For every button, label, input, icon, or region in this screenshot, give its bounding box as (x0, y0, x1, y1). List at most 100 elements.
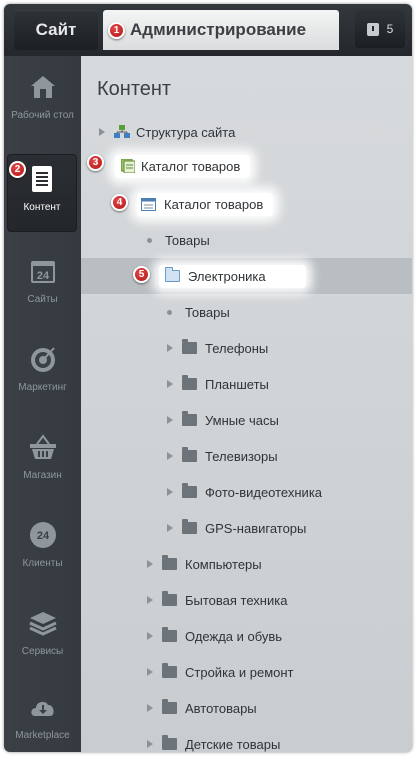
folder-icon (162, 735, 177, 750)
tree-item-kids[interactable]: Детские товары (81, 726, 412, 752)
tab-administration-label: Администрирование (130, 20, 307, 39)
notifications-button[interactable]: 5 (355, 10, 405, 48)
tree-item-catalog-root[interactable]: Каталог товаров (81, 148, 412, 184)
folder-icon (182, 519, 197, 534)
expand-arrow-icon[interactable] (99, 128, 105, 136)
expand-arrow-icon[interactable] (167, 452, 173, 460)
sidebar-item-label: Маркетинг (18, 382, 67, 393)
notification-icon (366, 22, 379, 36)
tree-item-phones[interactable]: Телефоны (81, 330, 412, 366)
expand-arrow-icon[interactable] (167, 488, 173, 496)
document-icon (32, 166, 52, 192)
sidebar-item-clients[interactable]: 24 Клиенты (4, 510, 81, 588)
tree-item-electronics-products[interactable]: Товары (81, 294, 412, 330)
tree-item-computers[interactable]: Компьютеры (81, 546, 412, 582)
calendar-24-icon: 24 (30, 261, 55, 283)
window-icon (141, 197, 156, 211)
sidebar-item-label: Рабочий стол (11, 110, 74, 121)
folder-icon (182, 447, 197, 462)
basket-icon (29, 434, 56, 459)
top-header: Сайт Администрирование 5 (4, 4, 412, 56)
expand-arrow-icon[interactable] (167, 344, 173, 352)
home-icon (30, 76, 55, 98)
sidebar-item-label: Сайты (27, 294, 58, 305)
callout-marker-3: 3 (87, 154, 104, 171)
tree-item-appliances[interactable]: Бытовая техника (81, 582, 412, 618)
sidebar-item-label: Клиенты (22, 558, 63, 569)
tree-item-tablets[interactable]: Планшеты (81, 366, 412, 402)
tree-item-label: Телефоны (205, 340, 269, 356)
callout-marker-2: 2 (9, 161, 26, 178)
callout-marker-1: 1 (108, 22, 125, 39)
sidebar-item-label: Контент (23, 202, 61, 213)
tree-item-tvs[interactable]: Телевизоры (81, 438, 412, 474)
content-panel: Контент Структура сайта Каталог товаров … (81, 56, 412, 752)
tree-item-label: Фото-видеотехника (205, 484, 323, 500)
expand-arrow-icon[interactable] (167, 524, 173, 532)
sidebar-item-sites[interactable]: 24 Сайты (4, 246, 81, 324)
folder-icon (182, 375, 197, 390)
expand-arrow-icon[interactable] (147, 740, 153, 748)
sidebar-item-marketplace[interactable]: Marketplace (4, 682, 81, 752)
callout-marker-4: 4 (111, 194, 128, 211)
tree-item-label: Товары (165, 232, 210, 248)
expand-arrow-icon[interactable] (147, 560, 153, 568)
folder-icon (165, 267, 180, 282)
tree-item-label: Бытовая техника (185, 592, 288, 608)
tree-item-label: Одежда и обувь (185, 628, 283, 644)
tree-item-gps[interactable]: GPS-навигаторы (81, 510, 412, 546)
tree-item-label: Телевизоры (205, 448, 278, 464)
tree-item-smartwatches[interactable]: Умные часы (81, 402, 412, 438)
svg-text:24: 24 (36, 270, 49, 282)
expand-arrow-icon[interactable] (147, 596, 153, 604)
tab-site[interactable]: Сайт (14, 10, 98, 50)
expand-arrow-icon[interactable] (147, 668, 153, 676)
tree-item-products[interactable]: Товары (81, 222, 412, 258)
cloud-download-icon (30, 701, 54, 716)
tree-item-label: Товары (185, 304, 230, 320)
sidebar-item-label: Сервисы (21, 646, 64, 657)
tree-item-catalog[interactable]: Каталог товаров (81, 186, 412, 222)
tree-item-auto[interactable]: Автотовары (81, 690, 412, 726)
tree-item-label: Каталог товаров (141, 158, 241, 174)
sitemap-icon (114, 125, 130, 138)
tree-item-label: Планшеты (205, 376, 269, 392)
tree-item-label: Компьютеры (185, 556, 262, 572)
sidebar-item-label: Магазин (23, 470, 62, 481)
tree-item-site-structure[interactable]: Структура сайта (81, 114, 412, 150)
sidebar-item-label: Marketplace (15, 730, 70, 741)
sidebar-item-shop[interactable]: Магазин (4, 422, 81, 500)
clients-24-icon: 24 (29, 522, 56, 548)
expand-arrow-icon[interactable] (167, 380, 173, 388)
folder-icon (162, 627, 177, 642)
tree-item-label: Электроника (188, 268, 266, 284)
tree-item-label: Автотовары (185, 700, 257, 716)
tab-administration[interactable]: Администрирование (103, 10, 339, 50)
expand-arrow-icon[interactable] (147, 632, 153, 640)
page-title: Контент (97, 78, 172, 100)
folder-icon (162, 663, 177, 678)
tree-item-label: GPS-навигаторы (205, 520, 307, 536)
sidebar-item-services[interactable]: Сервисы (4, 598, 81, 676)
target-icon (30, 347, 55, 372)
sidebar-item-desktop[interactable]: Рабочий стол (4, 62, 81, 140)
layers-icon (28, 612, 57, 636)
folder-icon (162, 555, 177, 570)
bullet-icon (167, 309, 172, 315)
tree-item-label: Стройка и ремонт (185, 664, 294, 680)
tree-item-photo-video[interactable]: Фото-видеотехника (81, 474, 412, 510)
tree-item-label: Детские товары (185, 736, 281, 752)
tree-item-label: Каталог товаров (164, 196, 264, 212)
catalog-icon (121, 159, 135, 173)
folder-icon (182, 339, 197, 354)
tree-item-electronics[interactable]: Электроника (81, 258, 412, 294)
tree-item-construction[interactable]: Стройка и ремонт (81, 654, 412, 690)
folder-icon (182, 411, 197, 426)
expand-arrow-icon[interactable] (147, 704, 153, 712)
expand-arrow-icon[interactable] (167, 416, 173, 424)
notifications-count: 5 (386, 22, 394, 36)
tree-item-clothing[interactable]: Одежда и обувь (81, 618, 412, 654)
svg-text:24: 24 (36, 530, 49, 542)
folder-icon (162, 591, 177, 606)
sidebar-item-marketing[interactable]: Маркетинг (4, 334, 81, 412)
